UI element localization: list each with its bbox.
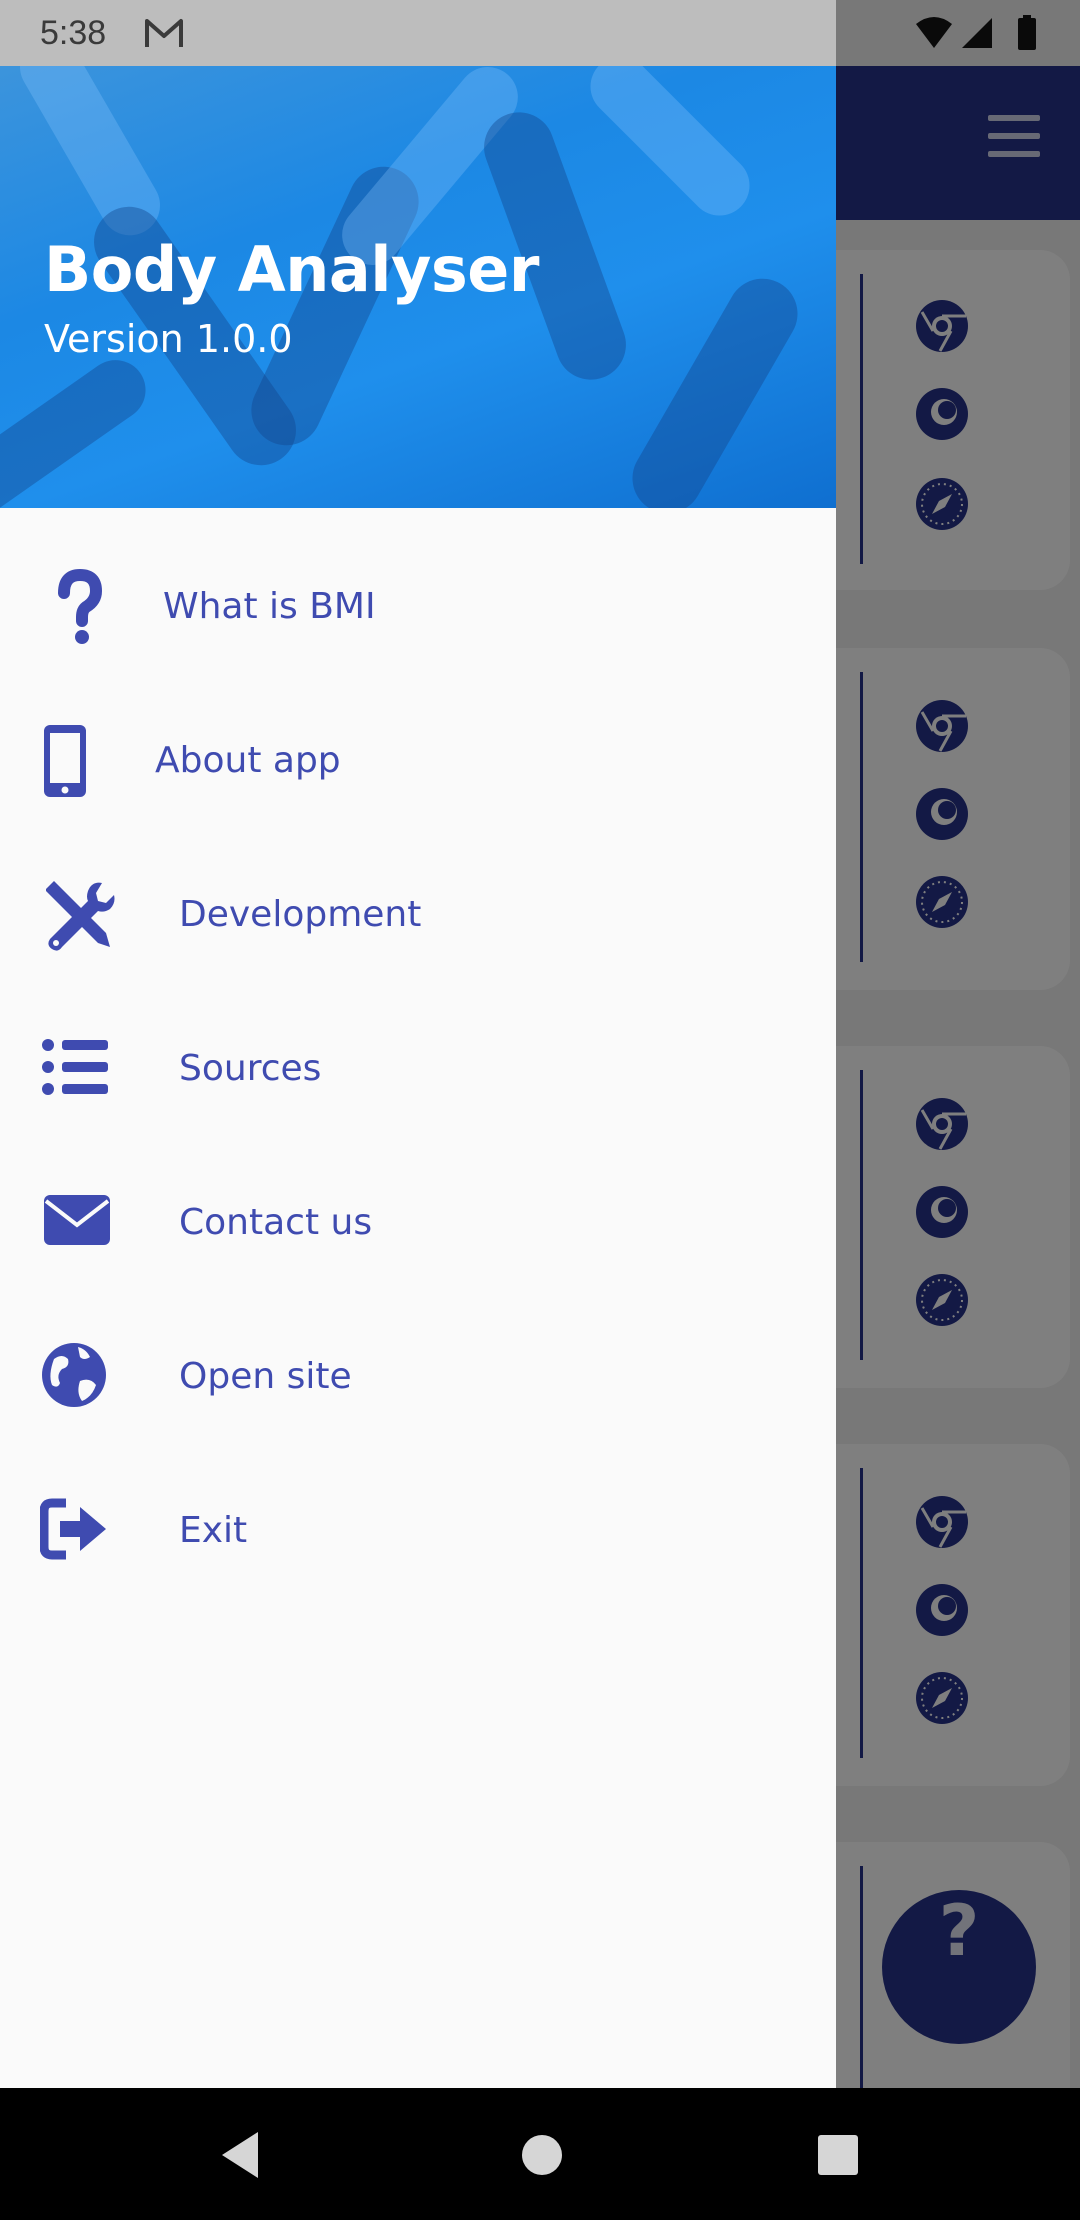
status-bar: 5:38 [0,0,1080,66]
menu-label: Sources [179,1048,322,1089]
envelope-icon [44,1195,110,1245]
phone-icon [44,725,86,797]
drawer-header: Body Analyser Version 1.0.0 [0,66,836,508]
menu-item-development[interactable]: Development [0,838,836,992]
menu-label: Development [179,894,422,935]
globe-icon [42,1343,106,1407]
app-version: Version 1.0.0 [44,317,293,361]
system-nav-bar [0,2088,1080,2220]
menu-item-what-is-bmi[interactable]: What is BMI [0,530,836,684]
gmail-icon [145,19,183,47]
home-icon[interactable] [512,2128,572,2182]
menu-label: What is BMI [163,586,376,627]
recents-icon[interactable] [808,2128,868,2182]
status-time: 5:38 [40,14,107,52]
back-icon[interactable] [210,2128,270,2182]
menu-label: Exit [179,1510,248,1551]
status-icons [916,15,1036,50]
menu-label: Contact us [179,1202,373,1243]
menu-item-open-site[interactable]: Open site [0,1300,836,1454]
menu-item-contact-us[interactable]: Contact us [0,1146,836,1300]
menu-item-about-app[interactable]: About app [0,684,836,838]
question-icon [58,568,103,644]
wifi-icon [916,17,952,48]
exit-icon [40,1498,106,1560]
menu-item-sources[interactable]: Sources [0,992,836,1146]
list-icon [42,1039,108,1095]
menu-label: About app [155,740,341,781]
tools-icon [46,881,115,951]
menu-item-exit[interactable]: Exit [0,1454,836,1608]
menu-label: Open site [179,1356,352,1397]
navigation-drawer: Body Analyser Version 1.0.0 What is BMI … [0,66,836,2088]
app-title: Body Analyser [44,233,539,306]
signal-icon [962,18,992,48]
battery-icon [1018,18,1036,50]
